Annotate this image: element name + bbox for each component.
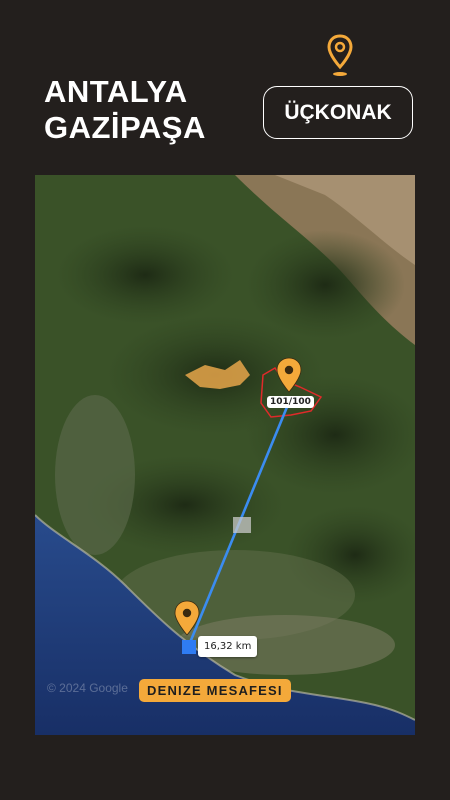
- distance-label: 16,32 km: [198, 636, 258, 657]
- route-endpoint-marker: [182, 640, 196, 654]
- title-line-1: ANTALYA: [44, 74, 188, 109]
- sea-distance-caption: DENIZE MESAFESI: [139, 679, 291, 702]
- satellite-map[interactable]: 101/100 16,32 km © 2024 Google DENIZE ME…: [35, 175, 415, 735]
- map-watermark: © 2024 Google: [47, 681, 128, 695]
- title-line-2: GAZİPAŞA: [44, 110, 206, 145]
- page-title: ANTALYA GAZİPAŞA: [44, 74, 206, 146]
- location-badge: ÜÇKONAK: [263, 86, 413, 139]
- route-midpoint-marker: [233, 517, 251, 533]
- map-pin-icon: [327, 34, 353, 76]
- parcel-number-label: 101/100: [267, 396, 314, 408]
